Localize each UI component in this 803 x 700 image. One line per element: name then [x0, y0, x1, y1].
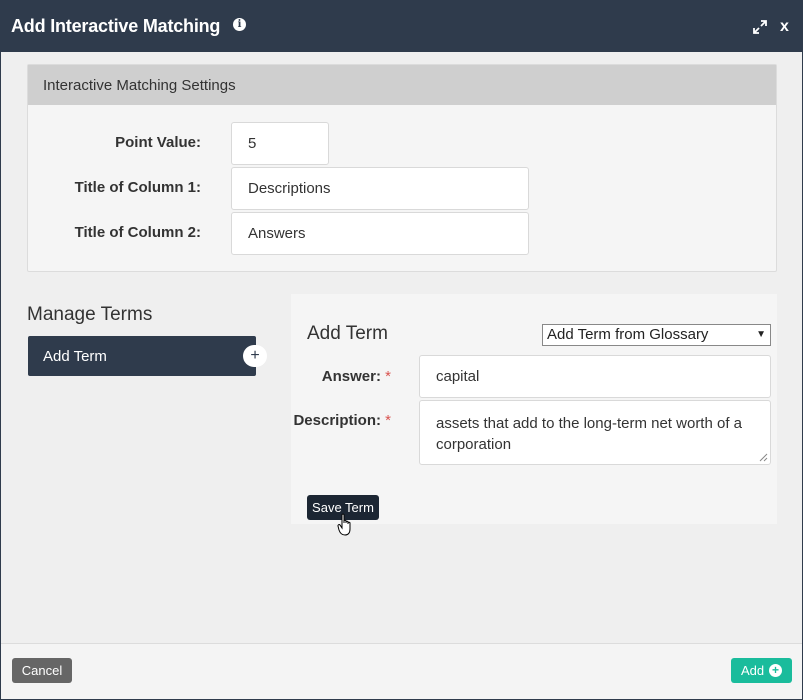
cancel-button[interactable]: Cancel	[12, 658, 72, 683]
description-label: Description: *	[281, 412, 391, 429]
resize-handle-icon[interactable]	[759, 453, 768, 462]
answer-label: Answer: *	[291, 368, 391, 385]
add-term-title: Add Term	[307, 323, 388, 344]
chevron-down-icon: ▼	[756, 329, 766, 340]
close-icon[interactable]: x	[780, 18, 789, 36]
dialog-title: Add Interactive Matching	[11, 16, 221, 36]
description-text: assets that add to the long-term net wor…	[436, 415, 743, 453]
answer-label-text: Answer:	[321, 368, 381, 385]
description-label-text: Description:	[293, 412, 381, 429]
required-mark: *	[385, 368, 391, 385]
column1-text: Descriptions	[248, 180, 331, 197]
description-textarea[interactable]: assets that add to the long-term net wor…	[419, 400, 771, 465]
expand-icon[interactable]	[752, 19, 768, 35]
add-button-label: Add	[741, 663, 765, 678]
point-value-label: Point Value:	[115, 134, 201, 151]
add-term-button-label: Add Term	[43, 348, 107, 365]
glossary-select[interactable]: Add Term from Glossary ▼	[542, 324, 771, 346]
dialog-titlebar: Add Interactive Matching i x	[1, 1, 802, 52]
settings-header: Interactive Matching Settings	[28, 65, 776, 105]
glossary-selected-value: Add Term from Glossary	[547, 326, 709, 343]
dialog: Add Interactive Matching i x Interactive…	[0, 0, 803, 700]
column1-label: Title of Column 1:	[74, 179, 201, 196]
add-circle-icon: +	[769, 664, 782, 677]
add-term-button[interactable]: Add Term +	[28, 336, 267, 376]
point-value-text: 5	[248, 135, 257, 152]
manage-terms-title: Manage Terms	[27, 304, 153, 325]
answer-text: capital	[436, 368, 480, 385]
plus-icon: +	[243, 345, 267, 367]
column2-input[interactable]: Answers	[231, 212, 529, 255]
add-button[interactable]: Add +	[731, 658, 792, 683]
point-value-input[interactable]: 5	[231, 122, 329, 165]
info-icon[interactable]: i	[233, 18, 246, 31]
answer-input[interactable]: capital	[419, 355, 771, 398]
column2-label: Title of Column 2:	[74, 224, 201, 241]
dialog-footer	[1, 643, 802, 699]
column1-input[interactable]: Descriptions	[231, 167, 529, 210]
required-mark: *	[385, 412, 391, 429]
column2-text: Answers	[248, 225, 306, 242]
hand-cursor-icon	[337, 513, 351, 536]
